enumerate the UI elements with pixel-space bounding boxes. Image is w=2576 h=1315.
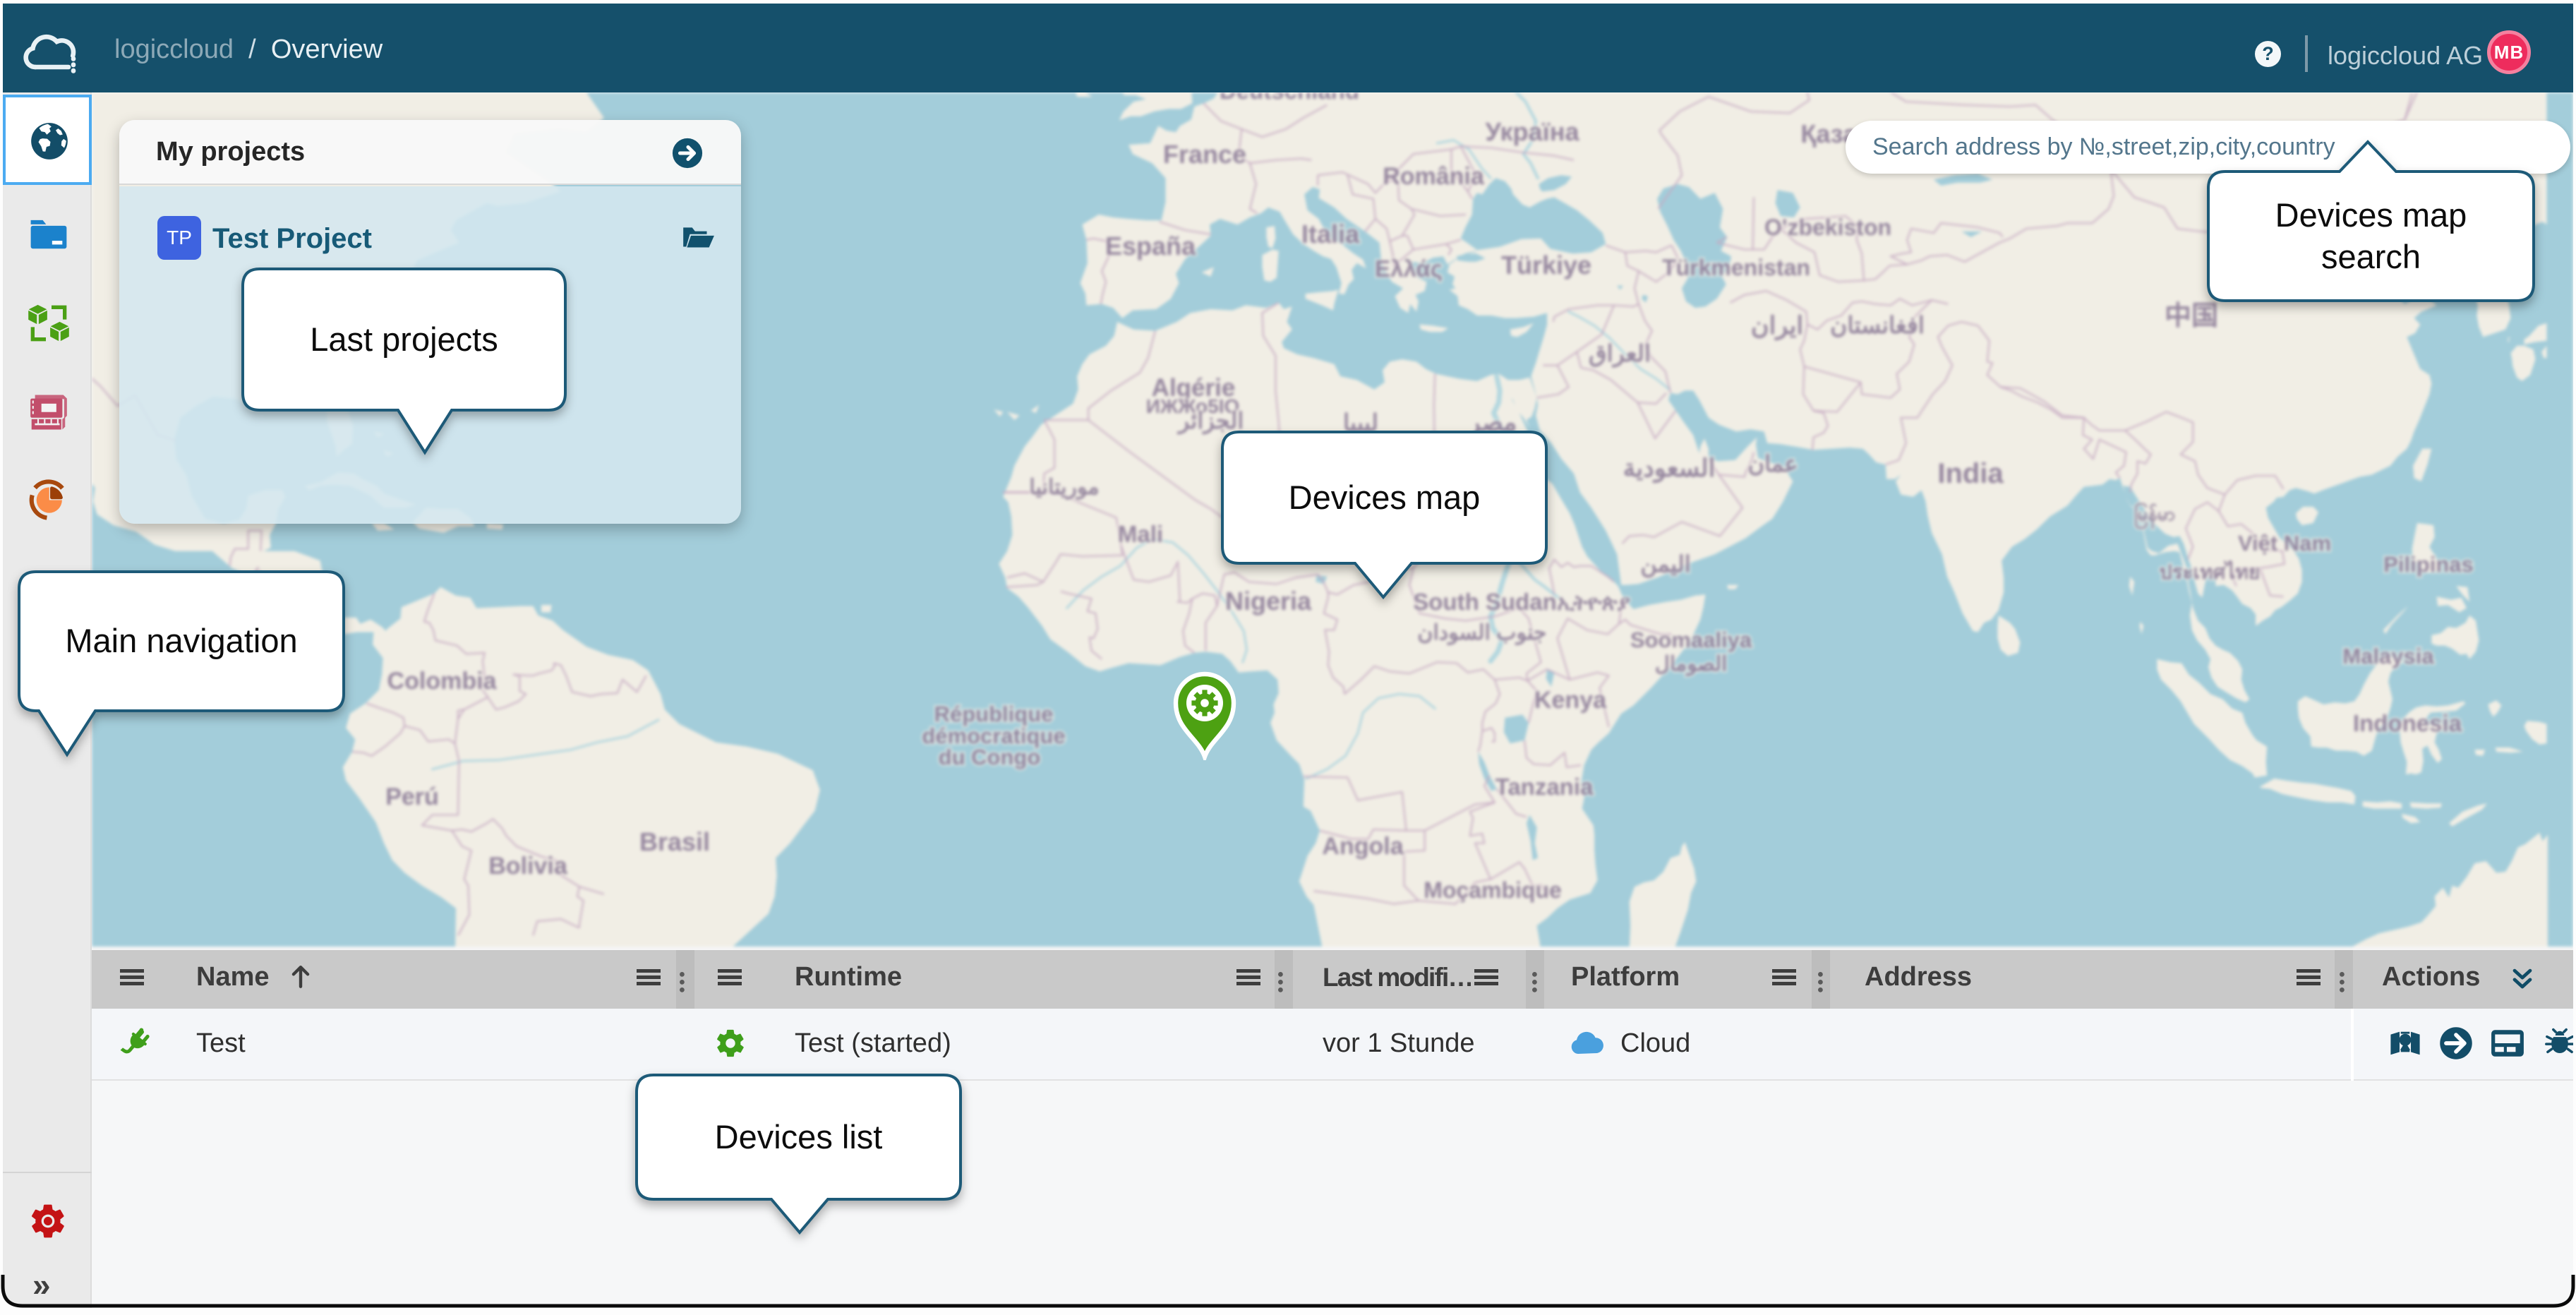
svg-text:Indonesia: Indonesia: [2353, 710, 2462, 736]
svg-text:O'zbekiston: O'zbekiston: [1764, 215, 1891, 240]
svg-text:Deutschland: Deutschland: [1220, 92, 1359, 104]
svg-text:Italia: Italia: [1301, 220, 1360, 248]
svg-text:ایران: ایران: [1751, 312, 1803, 341]
svg-text:Tanzania: Tanzania: [1495, 774, 1594, 800]
svg-text:الصومال: الصومال: [1655, 653, 1727, 676]
svg-text:România: România: [1383, 163, 1485, 190]
svg-text:عمان: عمان: [1748, 451, 1798, 476]
svg-text:Perú: Perú: [385, 783, 439, 810]
svg-text:India: India: [1937, 458, 2004, 489]
svg-text:ประเทศไทย: ประเทศไทย: [2160, 560, 2261, 583]
svg-text:العراق: العراق: [1589, 340, 1651, 368]
svg-text:السعودية: السعودية: [1623, 455, 1716, 484]
svg-text:Mali: Mali: [1118, 521, 1163, 547]
svg-text:Pilipinas: Pilipinas: [2383, 552, 2473, 577]
svg-text:Bolivia: Bolivia: [488, 853, 568, 879]
svg-text:افغانستان: افغانستان: [1830, 312, 1925, 338]
svg-text:España: España: [1105, 232, 1196, 260]
svg-text:France: France: [1163, 140, 1246, 169]
svg-text:Soomaaliya: Soomaaliya: [1630, 628, 1752, 652]
svg-text:ኢትዮጵያ: ኢትዮጵያ: [1557, 592, 1630, 615]
svg-text:Türkiye: Türkiye: [1501, 251, 1591, 280]
svg-text:République: République: [934, 702, 1054, 726]
svg-text:Türkmenistan: Türkmenistan: [1662, 255, 1810, 280]
svg-text:Ελλάς: Ελλάς: [1375, 256, 1443, 282]
svg-text:Kenya: Kenya: [1534, 687, 1607, 714]
svg-text:Moçambique: Moçambique: [1424, 877, 1562, 903]
svg-text:Brasil: Brasil: [639, 827, 710, 856]
svg-text:اليمن: اليمن: [1640, 551, 1690, 578]
svg-text:جنوب السودان: جنوب السودان: [1417, 621, 1546, 645]
svg-text:Україна: Україна: [1486, 117, 1580, 146]
svg-text:Colombia: Colombia: [387, 668, 498, 695]
svg-text:Việt Nam: Việt Nam: [2238, 531, 2331, 556]
svg-text:موريتانيا: موريتانيا: [1029, 476, 1099, 500]
svg-text:Malaysia: Malaysia: [2342, 644, 2434, 668]
svg-text:Angola: Angola: [1322, 833, 1404, 860]
svg-text:du Congo: du Congo: [939, 745, 1041, 769]
